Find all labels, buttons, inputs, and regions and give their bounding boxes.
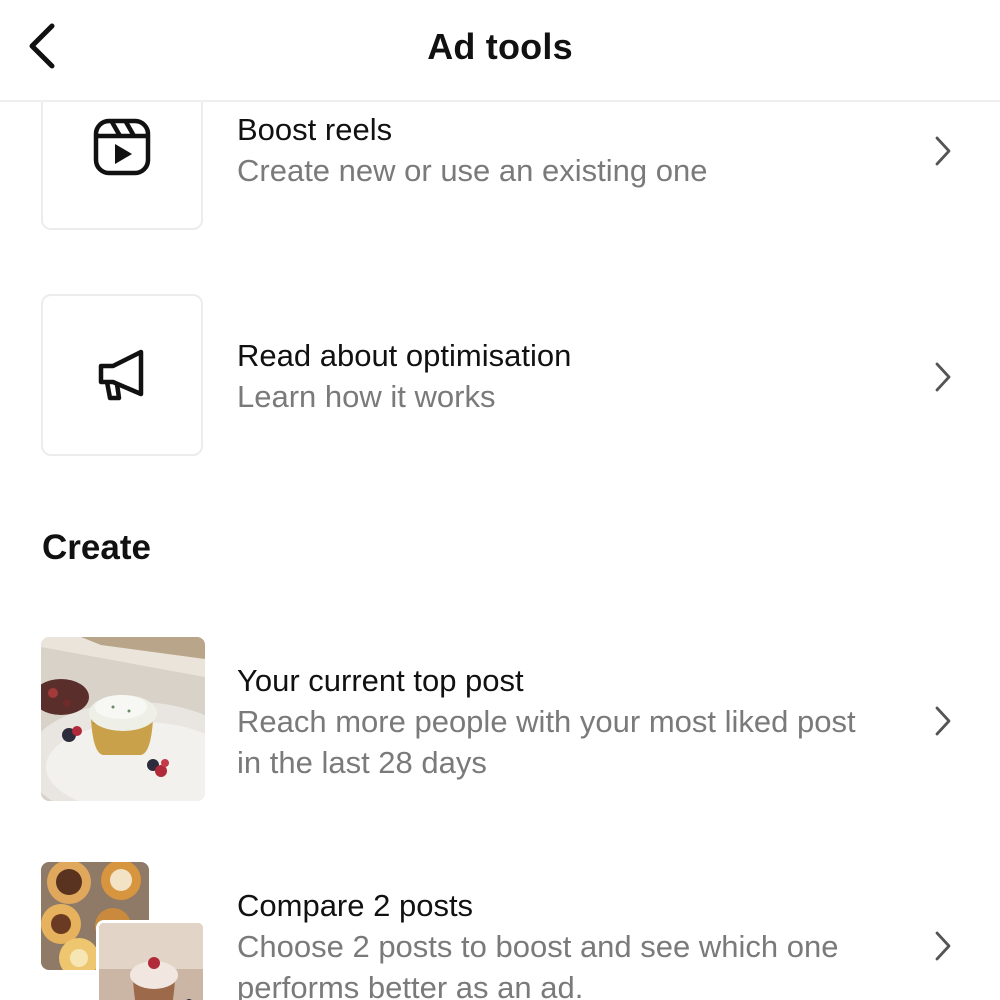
pastry-photo-2 <box>96 920 206 1000</box>
top-post-subtitle: Reach more people with your most liked p… <box>237 704 856 780</box>
create-section-heading: Create <box>42 528 151 567</box>
top-bar: Ad tools <box>0 0 1000 102</box>
boost-reels-title: Boost reels <box>237 112 393 147</box>
optimisation-title: Read about optimisation <box>237 338 572 373</box>
chevron-right-icon <box>930 926 956 966</box>
compare-posts-subtitle: Choose 2 posts to boost and see which on… <box>237 929 839 1000</box>
optimisation-subtitle: Learn how it works <box>237 379 496 414</box>
compare-posts-title: Compare 2 posts <box>237 888 474 923</box>
ad-tools-screen: Ad tools Boost reels Create new or use a… <box>0 0 1000 1000</box>
chevron-right-icon <box>930 701 956 741</box>
boost-reels-subtitle: Create new or use an existing one <box>237 153 708 188</box>
top-post-title: Your current top post <box>237 663 524 698</box>
top-post-row[interactable]: Your current top post Reach more people … <box>0 637 1000 803</box>
chevron-right-icon <box>930 357 956 397</box>
megaphone-icon <box>98 349 144 401</box>
page-title: Ad tools <box>427 26 573 67</box>
optimisation-icon-box <box>41 294 203 456</box>
compare-posts-row[interactable]: Compare 2 posts Choose 2 posts to boost … <box>0 862 1000 1000</box>
cupcake-photo <box>41 637 205 801</box>
read-optimisation-row[interactable]: Read about optimisation Learn how it wor… <box>0 294 1000 458</box>
chevron-right-icon <box>930 131 956 171</box>
reels-icon <box>93 118 151 176</box>
